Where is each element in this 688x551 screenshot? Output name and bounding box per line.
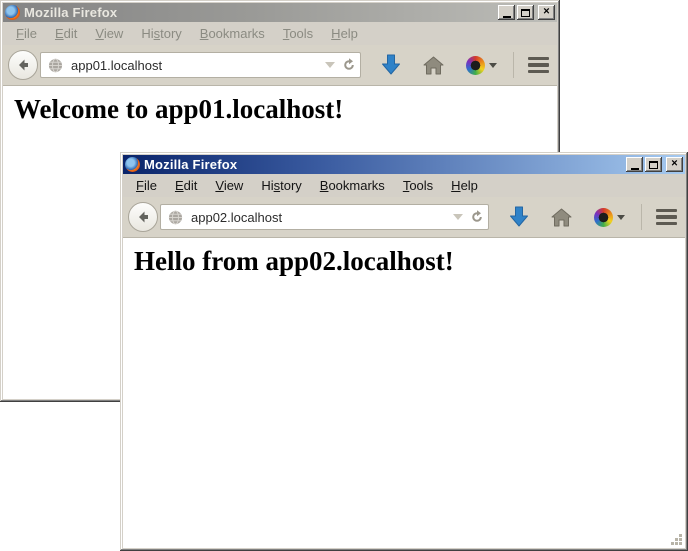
navigation-toolbar: app01.localhost [3, 45, 557, 86]
firefox-icon [125, 157, 140, 172]
minimize-icon [503, 10, 511, 18]
maximize-icon [649, 161, 658, 169]
addon-dropdown-caret-icon[interactable] [489, 63, 497, 68]
toolbar-separator [641, 204, 642, 230]
home-icon [551, 208, 572, 227]
menu-item-edit[interactable]: Edit [46, 24, 86, 43]
color-lens-icon [466, 56, 485, 75]
menu-item-file[interactable]: File [7, 24, 46, 43]
url-text[interactable]: app02.localhost [183, 210, 447, 225]
menu-item-file[interactable]: File [127, 176, 166, 195]
downloads-button[interactable] [381, 54, 401, 76]
reload-icon[interactable] [341, 57, 357, 73]
menu-item-tools[interactable]: Tools [274, 24, 322, 43]
addon-button[interactable] [594, 208, 625, 227]
color-lens-icon [594, 208, 613, 227]
url-history-dropdown-icon[interactable] [325, 62, 335, 68]
minimize-icon [631, 162, 639, 170]
url-bar[interactable]: app01.localhost [40, 52, 361, 78]
downloads-button[interactable] [509, 206, 529, 228]
close-button[interactable]: × [666, 157, 683, 172]
window-title: Mozilla Firefox [24, 5, 494, 20]
menu-bar: FileEditViewHistoryBookmarksToolsHelp [3, 22, 557, 45]
menu-item-view[interactable]: View [86, 24, 132, 43]
hamburger-icon [656, 209, 677, 213]
resize-grip[interactable] [669, 532, 684, 547]
menu-item-help[interactable]: Help [322, 24, 367, 43]
menu-bar: FileEditViewHistoryBookmarksToolsHelp [123, 174, 685, 197]
url-text[interactable]: app01.localhost [63, 58, 319, 73]
toolbar-separator [513, 52, 514, 78]
home-button[interactable] [551, 208, 572, 227]
minimize-button[interactable] [498, 5, 515, 20]
close-icon: × [543, 7, 549, 18]
minimize-button[interactable] [626, 157, 643, 172]
menu-item-help[interactable]: Help [442, 176, 487, 195]
menu-button[interactable] [528, 57, 549, 74]
back-button[interactable] [8, 50, 38, 80]
menu-item-bookmarks[interactable]: Bookmarks [311, 176, 394, 195]
addon-dropdown-caret-icon[interactable] [617, 215, 625, 220]
download-arrow-icon [509, 206, 529, 228]
titlebar[interactable]: Mozilla Firefox × [123, 155, 685, 174]
home-button[interactable] [423, 56, 444, 75]
navigation-toolbar: app02.localhost [123, 197, 685, 238]
url-bar[interactable]: app02.localhost [160, 204, 489, 230]
page-heading: Hello from app02.localhost! [134, 246, 685, 277]
maximize-button[interactable] [517, 5, 534, 20]
menu-item-bookmarks[interactable]: Bookmarks [191, 24, 274, 43]
page-heading: Welcome to app01.localhost! [14, 94, 557, 125]
menu-item-view[interactable]: View [206, 176, 252, 195]
reload-icon[interactable] [469, 209, 485, 225]
menu-item-edit[interactable]: Edit [166, 176, 206, 195]
url-history-dropdown-icon[interactable] [453, 214, 463, 220]
close-button[interactable]: × [538, 5, 555, 20]
back-button[interactable] [128, 202, 158, 232]
window-title: Mozilla Firefox [144, 157, 622, 172]
addon-button[interactable] [466, 56, 497, 75]
menu-item-history[interactable]: History [132, 24, 190, 43]
page-content: Hello from app02.localhost! [123, 238, 685, 548]
maximize-icon [521, 9, 530, 17]
back-arrow-icon [135, 209, 151, 225]
globe-icon[interactable] [48, 58, 63, 73]
back-arrow-icon [15, 57, 31, 73]
close-icon: × [671, 159, 677, 170]
titlebar[interactable]: Mozilla Firefox × [3, 3, 557, 22]
menu-item-tools[interactable]: Tools [394, 176, 442, 195]
firefox-icon [5, 5, 20, 20]
maximize-button[interactable] [645, 157, 662, 172]
desktop: Mozilla Firefox × FileEditViewHistoryBoo… [0, 0, 688, 551]
firefox-window-app02: Mozilla Firefox × FileEditViewHistoryBoo… [120, 152, 688, 551]
menu-item-history[interactable]: History [252, 176, 310, 195]
home-icon [423, 56, 444, 75]
menu-button[interactable] [656, 209, 677, 226]
hamburger-icon [528, 57, 549, 61]
globe-icon[interactable] [168, 210, 183, 225]
download-arrow-icon [381, 54, 401, 76]
